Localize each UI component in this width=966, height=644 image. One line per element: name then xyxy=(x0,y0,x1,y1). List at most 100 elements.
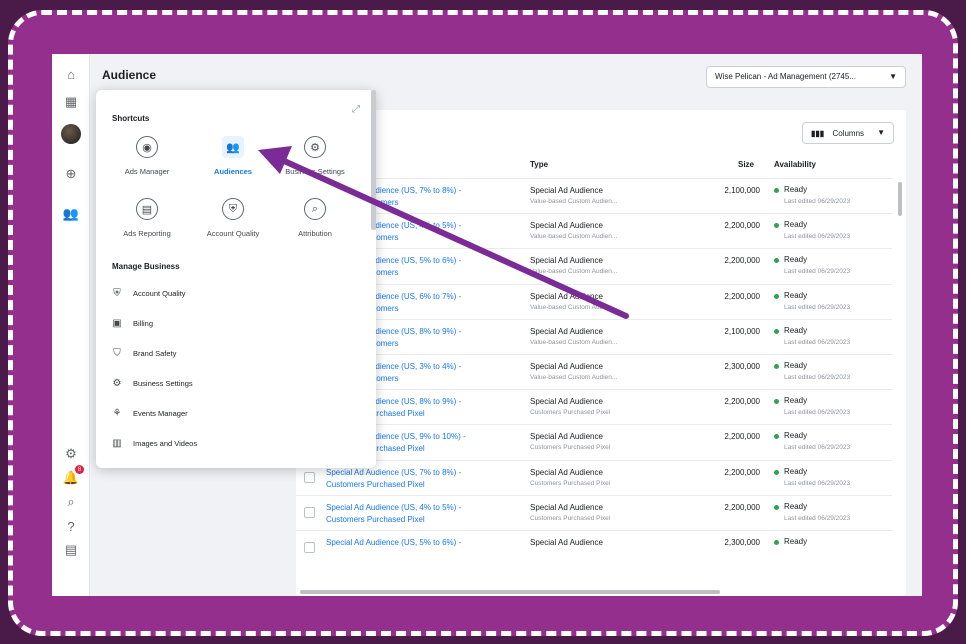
availability-status: Ready xyxy=(784,290,808,300)
business-tools-menu: ⤢ Shortcuts ◉ Ads Manager 👥 Audiences ⚙ … xyxy=(96,90,376,468)
table-row[interactable]: Special Ad Audience (US, 7% to 8%) - Cust… xyxy=(296,459,892,495)
ads-reporting-icon: ▤ xyxy=(136,198,158,220)
caret-down-icon: ▼ xyxy=(889,72,897,81)
last-edited: Last edited 06/29/2023 xyxy=(784,268,851,276)
audience-name-link[interactable]: Special Ad Audience (US, 7% to 8%) - Cust… xyxy=(326,467,506,491)
availability-status: Ready xyxy=(784,466,808,476)
ready-status-dot xyxy=(774,504,779,510)
menu-item-account-quality[interactable]: ⛨ Account Quality xyxy=(110,282,350,304)
last-edited: Last edited 06/29/2023 xyxy=(784,444,851,452)
audience-type: Special Ad Audience xyxy=(530,361,603,371)
ready-status-dot xyxy=(774,363,779,369)
audiences-icon[interactable]: 👥 xyxy=(61,204,81,224)
add-circle-icon[interactable]: ⊕ xyxy=(61,164,81,184)
last-edited: Last edited 06/29/2023 xyxy=(784,338,851,346)
shortcut-ads-manager[interactable]: ◉ Ads Manager xyxy=(102,136,192,184)
row-checkbox[interactable] xyxy=(304,541,315,553)
audience-subtype: Value-based Custom Audien... xyxy=(530,198,618,205)
app-screen: ⌂ ▦ ⊕ 👥 ⚙ 🔔 8 ⌕ ? ▤ Audience Wise Pelican… xyxy=(52,54,922,596)
table-row[interactable]: Special Ad Audience (US, 4% to 5%) -Volu… xyxy=(296,213,892,248)
last-edited: Last edited 06/29/2023 xyxy=(784,409,851,417)
table-row[interactable]: Special Ad Audience (US, 9% to 10%) -Cus… xyxy=(296,424,892,459)
column-header-type[interactable]: Type xyxy=(530,160,548,169)
menu-item-brand-safety[interactable]: ⛉ Brand Safety xyxy=(110,342,350,364)
audience-name-line2: Customers Purchased Pixel xyxy=(326,479,425,489)
columns-button[interactable]: ▮▮▮ Columns ▼ xyxy=(802,122,894,144)
shortcut-attribution[interactable]: ⌕ Attribution xyxy=(270,198,360,246)
row-checkbox[interactable] xyxy=(304,506,315,518)
last-edited: Last edited 06/29/2023 xyxy=(784,198,851,205)
table-row[interactable]: Special Ad Audience (US, 6% to 7%) -Volu… xyxy=(296,283,892,319)
audience-name-line1: Special Ad Audience (US, 5% to 6%) - xyxy=(326,537,462,547)
avatar[interactable] xyxy=(61,124,81,144)
audience-size: 2,100,000 xyxy=(724,186,760,195)
audience-type: Special Ad Audience xyxy=(530,502,603,512)
audience-subtype: Customers Purchased Pixel xyxy=(530,514,611,522)
expand-icon[interactable]: ⤢ xyxy=(352,104,360,115)
menu-item-business-settings[interactable]: ⚙ Business Settings xyxy=(110,372,350,394)
shortcut-account-quality[interactable]: ⛨ Account Quality xyxy=(188,198,278,246)
notifications-icon[interactable]: 🔔 8 xyxy=(61,465,84,488)
audience-subtype: Value-based Custom Audien... xyxy=(530,373,618,381)
table-row[interactable]: Special Ad Audience (US, 8% to 9%) -Volu… xyxy=(296,318,892,354)
row-checkbox[interactable] xyxy=(304,471,315,483)
table-row[interactable]: Special Ad Audience (US, 3% to 4%) -Volu… xyxy=(296,353,892,389)
shortcuts-title: Shortcuts xyxy=(112,114,150,123)
settings-icon[interactable]: ⚙ xyxy=(61,444,81,464)
table-row[interactable]: Special Ad Audience (US, 5% to 6%) - Spec… xyxy=(296,529,892,565)
left-nav-rail: ⌂ ▦ ⊕ 👥 ⚙ 🔔 8 ⌕ ? ▤ xyxy=(52,54,90,596)
audience-type: Special Ad Audience xyxy=(530,397,603,407)
availability-status: Ready xyxy=(784,396,808,406)
table-row[interactable]: Special Ad Audience (US, 8% to 9%) -Cust… xyxy=(296,389,892,424)
menu-scrollbar[interactable] xyxy=(371,90,376,230)
audience-type: Special Ad Audience xyxy=(530,326,603,336)
availability-status: Ready xyxy=(784,255,808,265)
last-edited: Last edited 06/29/2023 xyxy=(784,479,851,487)
ready-status-dot xyxy=(774,399,779,405)
audience-subtype: Value-based Custom Audien... xyxy=(530,338,618,346)
menu-item-events-manager[interactable]: ⚘ Events Manager xyxy=(110,402,350,424)
table-row[interactable]: Special Ad Audience (US, 5% to 6%) -Volu… xyxy=(296,248,892,283)
column-header-availability[interactable]: Availability xyxy=(774,160,816,169)
shortcut-business-settings[interactable]: ⚙ Business Settings xyxy=(270,136,360,184)
shortcut-audiences[interactable]: 👥 Audiences xyxy=(188,136,278,184)
shield-icon: ⛨ xyxy=(113,287,121,299)
ready-status-dot xyxy=(774,258,779,264)
audience-subtype: Value-based Custom Audien... xyxy=(530,233,618,241)
reports-icon[interactable]: ▤ xyxy=(61,540,81,560)
help-icon[interactable]: ? xyxy=(61,516,81,536)
audience-type: Special Ad Audience xyxy=(530,291,603,301)
ready-status-dot xyxy=(774,539,779,545)
ready-status-dot xyxy=(774,434,779,440)
search-icon[interactable]: ⌕ xyxy=(61,492,81,512)
column-header-size[interactable]: Size xyxy=(738,160,754,169)
availability-status: Ready xyxy=(784,501,808,511)
audience-name-link[interactable]: Special Ad Audience (US, 5% to 6%) - xyxy=(326,537,506,549)
images-videos-icon: ▥ xyxy=(112,437,122,449)
home-icon[interactable]: ⌂ xyxy=(61,64,81,84)
table-row[interactable]: Special Ad Audience (US, 7% to 8%) -Volu… xyxy=(296,178,892,213)
availability-status: Ready xyxy=(784,431,808,441)
shortcut-ads-reporting[interactable]: ▤ Ads Reporting xyxy=(102,198,192,246)
menu-item-billing[interactable]: ▣ Billing xyxy=(110,312,350,334)
audience-size: 2,100,000 xyxy=(724,326,760,336)
audience-type: Special Ad Audience xyxy=(530,186,603,195)
audiences-icon: 👥 xyxy=(222,136,244,158)
audience-name-link[interactable]: Special Ad Audience (US, 4% to 5%) - Cust… xyxy=(326,502,506,526)
apps-grid-icon[interactable]: ▦ xyxy=(61,92,81,112)
menu-item-images-and-videos[interactable]: ▥ Images and Videos xyxy=(110,432,350,454)
table-row[interactable]: Special Ad Audience (US, 4% to 5%) - Cust… xyxy=(296,494,892,530)
events-manager-icon: ⚘ xyxy=(112,407,122,419)
audience-size: 2,200,000 xyxy=(724,291,760,301)
account-selector[interactable]: Wise Pelican - Ad Management (2745... ▼ xyxy=(706,66,906,88)
last-edited: Last edited 06/29/2023 xyxy=(784,373,851,381)
audience-type: Special Ad Audience xyxy=(530,467,603,477)
ready-status-dot xyxy=(774,188,779,193)
audience-subtype: Value-based Custom Audien... xyxy=(530,303,618,311)
ready-status-dot xyxy=(774,469,779,475)
audience-size: 2,200,000 xyxy=(724,467,760,477)
last-edited: Last edited 06/29/2023 xyxy=(784,233,851,241)
vertical-scrollbar[interactable] xyxy=(898,182,902,216)
columns-label: Columns xyxy=(832,129,865,138)
horizontal-scrollbar[interactable] xyxy=(300,590,720,594)
